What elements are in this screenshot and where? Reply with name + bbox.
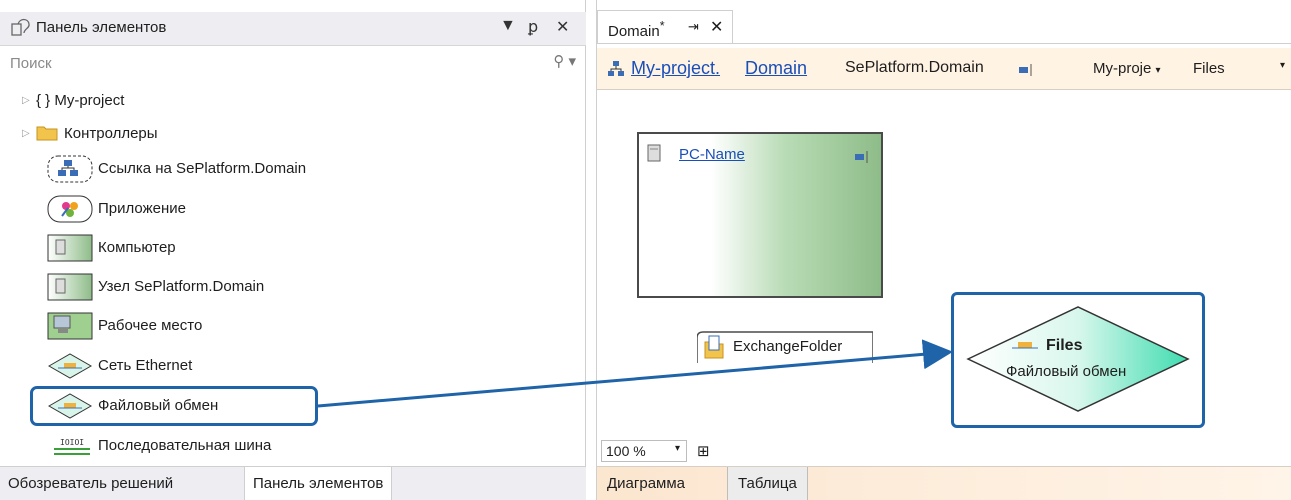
toolbox-header: Панель элементов ▼ ꝑ ✕ — [0, 12, 586, 46]
tab-pin-icon[interactable]: ⇥ — [688, 19, 699, 35]
address-bar: My-project. Domain SePlatform.Domain My-… — [597, 48, 1291, 90]
serial-bus-icon: IOIOI — [46, 431, 94, 461]
files-title: Files — [1046, 337, 1083, 354]
grid-icon[interactable]: ⊞ — [697, 442, 710, 460]
domain-node-icon — [46, 272, 94, 302]
pin-icon[interactable]: ꝑ — [528, 17, 538, 37]
workstation-icon — [46, 311, 94, 341]
files-combo[interactable]: Files ▾ — [1189, 59, 1289, 81]
toolbox-item-label: Приложение — [98, 200, 186, 217]
toolbox-item-label: Узел SePlatform.Domain — [98, 278, 265, 295]
domain-type-label: SePlatform.Domain — [845, 59, 984, 76]
expand-arrow-icon[interactable]: ▷ — [22, 95, 36, 106]
toolbox-item-label: Рабочее место — [98, 317, 203, 334]
project-combo[interactable]: My-proje ▾ — [1089, 59, 1185, 81]
view-tabs: Диаграмма Таблица — [597, 466, 1291, 500]
toolbox-item-label: Ссылка на SePlatform.Domain — [98, 160, 307, 177]
selection-highlight — [30, 386, 318, 426]
document-panel: Domain* ⇥ ✕ My-project. Domain SePlatfor… — [596, 0, 1291, 500]
zoom-bar: 100 % ▾ ⊞ — [597, 436, 1291, 464]
toolbox-panel: Панель элементов ▼ ꝑ ✕ Поиск ⚲ ▾ ▷ { } M… — [0, 0, 586, 500]
folder-icon — [36, 125, 58, 141]
toolbox-item-domain-node[interactable]: Узел SePlatform.Domain — [0, 268, 586, 306]
toolbox-item-label: Сеть Ethernet — [98, 357, 193, 374]
application-icon — [46, 194, 94, 224]
tree-item-label: { } My-project — [36, 91, 125, 109]
tab-table[interactable]: Таблица — [727, 467, 808, 500]
folder-name: ExchangeFolder — [733, 338, 843, 355]
toolbox-item-label: Последовательная шина — [98, 437, 272, 454]
toolbox-item-application[interactable]: Приложение — [0, 190, 586, 228]
breadcrumb-project-link[interactable]: My-project. — [631, 58, 720, 79]
breadcrumb-domain-link[interactable]: Domain — [745, 58, 807, 79]
svg-text:IOIOI: IOIOI — [60, 438, 84, 447]
panel-tabs: Обозреватель решений Панель элементов — [0, 466, 586, 500]
tab-close-icon[interactable]: ✕ — [710, 17, 723, 37]
domain-link-icon — [46, 154, 94, 184]
exchange-folder-node[interactable]: ExchangeFolder — [696, 330, 874, 364]
pc-node[interactable]: PC-Name — [637, 132, 883, 298]
toolbox-item-domain-link[interactable]: Ссылка на SePlatform.Domain — [0, 150, 586, 188]
computer-icon — [647, 144, 661, 166]
document-tab[interactable]: Domain* ⇥ ✕ — [597, 10, 733, 44]
toolbox-icon — [10, 18, 32, 44]
tab-toolbox[interactable]: Панель элементов — [244, 467, 393, 500]
ethernet-icon — [46, 351, 94, 381]
toolbox-search[interactable]: Поиск ⚲ ▾ — [0, 48, 586, 80]
tree-item-controllers[interactable]: ▷ Контроллеры — [0, 114, 586, 152]
properties-icon[interactable] — [855, 150, 871, 167]
tab-strip-line — [597, 43, 1291, 44]
panel-menu-icon[interactable]: ▼ — [500, 17, 516, 35]
diagram-canvas[interactable]: PC-Name ExchangeFolder Files Файловый об… — [597, 92, 1291, 434]
search-input[interactable]: Поиск — [10, 55, 52, 72]
tree-item-label: Контроллеры — [64, 124, 158, 142]
search-icon[interactable]: ⚲ ▾ — [553, 52, 576, 70]
toolbox-item-serial-bus[interactable]: IOIOI Последовательная шина — [0, 427, 586, 465]
expand-arrow-icon[interactable]: ▷ — [22, 128, 36, 139]
toolbox-title: Панель элементов — [36, 19, 167, 36]
close-icon[interactable]: ✕ — [556, 17, 569, 37]
zoom-combo[interactable]: 100 % ▾ — [601, 440, 687, 462]
tab-solution-explorer[interactable]: Обозреватель решений — [0, 467, 181, 500]
toolbox-item-workstation[interactable]: Рабочее место — [0, 307, 586, 345]
computer-icon — [46, 233, 94, 263]
toolbox-item-label: Компьютер — [98, 239, 176, 256]
pc-name-link[interactable]: PC-Name — [679, 146, 745, 163]
files-diamond — [966, 306, 1190, 412]
domain-icon — [607, 60, 625, 82]
tab-diagram[interactable]: Диаграмма — [597, 467, 695, 500]
document-tab-title: Domain* — [608, 19, 665, 40]
toolbox-item-computer[interactable]: Компьютер — [0, 229, 586, 267]
toolbox-item-ethernet[interactable]: Сеть Ethernet — [0, 347, 586, 385]
files-node-selection[interactable]: Files Файловый обмен — [951, 292, 1205, 428]
files-subtitle: Файловый обмен — [1006, 363, 1127, 380]
properties-icon[interactable] — [1019, 63, 1035, 80]
